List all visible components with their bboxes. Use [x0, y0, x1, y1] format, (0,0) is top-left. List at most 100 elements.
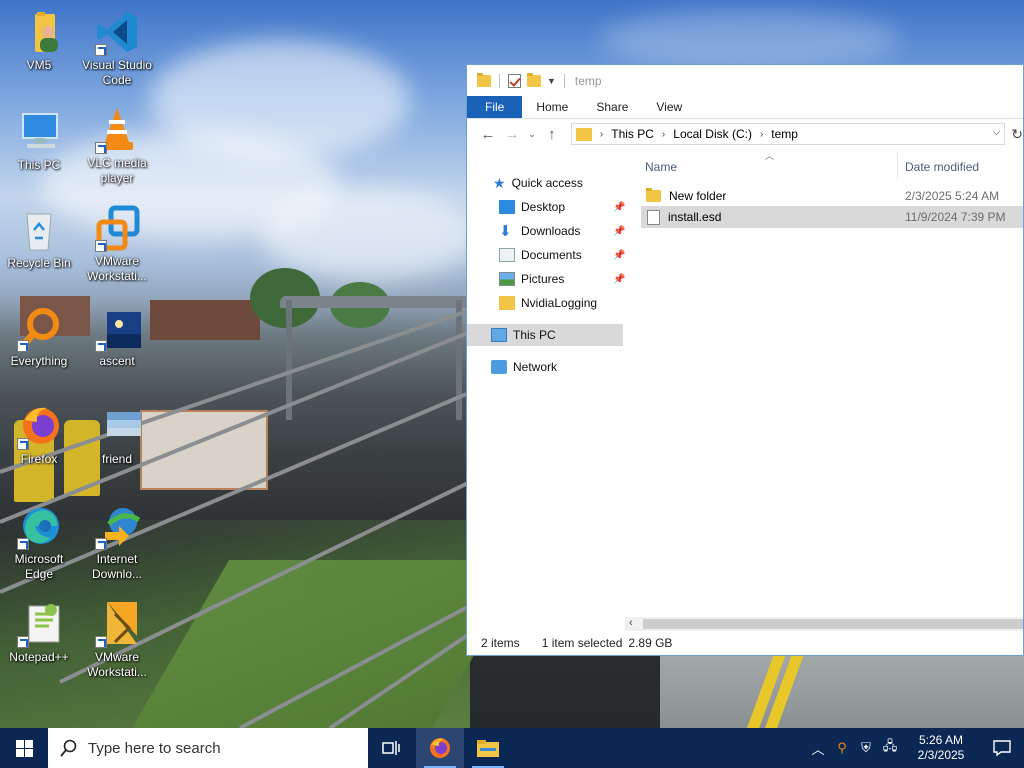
desktop-icon-idm[interactable]: Internet Downlo... [78, 502, 156, 582]
security-shield-icon[interactable]: ⛨ [854, 740, 878, 756]
column-header-name[interactable]: Name [645, 160, 677, 174]
horizontal-scrollbar[interactable]: ‹ [625, 617, 1023, 631]
desktop-icon-vmware[interactable]: VMware Workstati... [78, 204, 156, 284]
nav-label: NvidiaLogging [521, 296, 598, 310]
chevron-right-icon[interactable]: › [662, 129, 665, 140]
task-view-button[interactable] [368, 728, 416, 768]
nav-quick-access[interactable]: ★ Quick access [493, 172, 583, 194]
recent-locations-dropdown[interactable]: ⌄ [525, 129, 539, 140]
network-status-icon[interactable]: 🖧 [878, 737, 902, 759]
address-bar[interactable]: › This PC › Local Disk (C:) › temp ⌵ [570, 123, 1006, 145]
desktop-icon-notepadpp[interactable]: Notepad++ [0, 600, 78, 665]
file-row-new-folder[interactable]: New folder 2/3/2025 5:24 AM [641, 185, 1023, 207]
scrollbar-thumb[interactable] [643, 619, 1023, 629]
ribbon-tabs: File Home Share View [467, 96, 1023, 119]
start-button[interactable] [0, 728, 48, 768]
separator [499, 73, 500, 88]
taskbar-file-explorer[interactable] [464, 728, 512, 768]
search-icon [60, 739, 77, 757]
desktop-icon-vmware-player[interactable]: VMware Workstati... [78, 600, 156, 680]
clock-date: 2/3/2025 [917, 748, 965, 762]
pictures-icon [499, 272, 515, 286]
breadcrumb-local-disk[interactable]: Local Disk (C:) [673, 127, 752, 141]
chevron-right-icon[interactable]: › [760, 129, 763, 140]
chevron-right-icon[interactable]: › [600, 129, 603, 140]
nav-desktop[interactable]: Desktop 📌 [499, 196, 625, 218]
everything-tray-icon[interactable]: ⚲ [830, 740, 854, 756]
idm-icon [93, 502, 141, 550]
tab-view[interactable]: View [642, 96, 696, 118]
firefox-icon [15, 402, 63, 450]
desktop-icon-vm5[interactable]: VM5 [0, 8, 78, 73]
nav-label: Desktop [521, 200, 566, 214]
desktop-icon-vlc[interactable]: VLC media player [78, 106, 156, 186]
chevron-down-icon[interactable]: ⌵ [993, 127, 1001, 138]
file-row-install-esd[interactable]: install.esd 11/9/2024 7:39 PM [641, 206, 1023, 228]
tab-file[interactable]: File [467, 96, 523, 118]
up-button[interactable]: ↑ [541, 126, 563, 143]
quick-access-toolbar-dropdown[interactable]: ▼ [547, 76, 556, 86]
network-icon [491, 360, 507, 374]
star-icon: ★ [493, 174, 506, 191]
forward-button[interactable]: → [501, 126, 523, 143]
status-item-count: 2 items [481, 636, 520, 650]
nav-network[interactable]: Network [491, 356, 557, 378]
status-selection: 1 item selected [541, 636, 623, 650]
status-bar: 2 items 1 item selected 2.89 GB [467, 631, 1023, 655]
show-hidden-icons-icon[interactable]: ︿ [806, 739, 830, 758]
nav-downloads[interactable]: ⬇ Downloads 📌 [499, 220, 625, 242]
new-folder-icon[interactable] [527, 72, 541, 87]
desktop-icon-friend[interactable]: friend [78, 402, 156, 467]
tab-home[interactable]: Home [522, 96, 582, 118]
file-date: 2/3/2025 5:24 AM [905, 189, 1000, 203]
desktop-icon-label: Firefox [20, 452, 58, 466]
desktop-icon-label: VM5 [26, 58, 52, 72]
nav-this-pc[interactable]: This PC [467, 324, 623, 346]
properties-icon[interactable] [508, 73, 521, 88]
notification-icon [993, 740, 1011, 756]
tab-share[interactable]: Share [582, 96, 642, 118]
pin-icon[interactable]: 📌 [613, 250, 625, 261]
desktop-icon-this-pc[interactable]: This PC [0, 108, 78, 173]
taskbar-firefox[interactable] [416, 728, 464, 768]
nav-nvidialogging[interactable]: NvidiaLogging [499, 292, 597, 314]
pin-icon[interactable]: 📌 [613, 274, 625, 285]
file-name: New folder [669, 189, 727, 203]
desktop-icon-label: Recycle Bin [7, 256, 71, 270]
pin-icon[interactable]: 📌 [613, 226, 625, 237]
firefox-icon [430, 738, 450, 758]
breadcrumb-this-pc[interactable]: This PC [611, 127, 654, 141]
nav-label: Quick access [511, 176, 583, 190]
vscode-icon [93, 8, 141, 56]
clock[interactable]: 5:26 AM 2/3/2025 [902, 733, 980, 763]
title-bar[interactable]: ▼ temp [467, 65, 1023, 96]
action-center-button[interactable] [980, 740, 1024, 756]
desktop-icon-edge[interactable]: Microsoft Edge [0, 502, 78, 582]
computer-icon [15, 108, 63, 156]
file-explorer-icon [477, 740, 499, 757]
breadcrumb-temp[interactable]: temp [771, 127, 798, 141]
scroll-left-icon[interactable]: ‹ [629, 617, 633, 629]
windows-logo-icon [15, 739, 33, 757]
column-divider[interactable] [897, 153, 898, 179]
recycle-bin-icon [15, 206, 63, 254]
desktop-icon-everything[interactable]: Everything [0, 304, 78, 369]
file-icon [647, 209, 660, 225]
desktop-icon-recycle-bin[interactable]: Recycle Bin [0, 206, 78, 271]
address-row: ← → ⌄ ↑ › This PC › Local Disk (C:) › te… [467, 119, 1023, 149]
desktop-icon-firefox[interactable]: Firefox [0, 402, 78, 467]
search-placeholder: Type here to search [88, 739, 221, 757]
back-button[interactable]: ← [477, 126, 499, 143]
vmware-player-icon [93, 600, 141, 648]
desktop-icon-vscode[interactable]: Visual Studio Code [78, 8, 156, 88]
refresh-icon[interactable]: ↻ [1011, 126, 1023, 143]
desktop-icon-ascent[interactable]: ascent [78, 304, 156, 369]
friend-image-icon [93, 402, 141, 450]
nav-pictures[interactable]: Pictures 📌 [499, 268, 625, 290]
folder-icon [646, 188, 661, 202]
pin-icon[interactable]: 📌 [613, 202, 625, 213]
column-header-date-modified[interactable]: Date modified [905, 160, 979, 174]
nav-documents[interactable]: Documents 📌 [499, 244, 625, 266]
file-explorer-window[interactable]: ▼ temp File Home Share View ← → ⌄ ↑ › Th… [466, 64, 1024, 656]
taskbar-search-box[interactable]: Type here to search [48, 728, 368, 768]
